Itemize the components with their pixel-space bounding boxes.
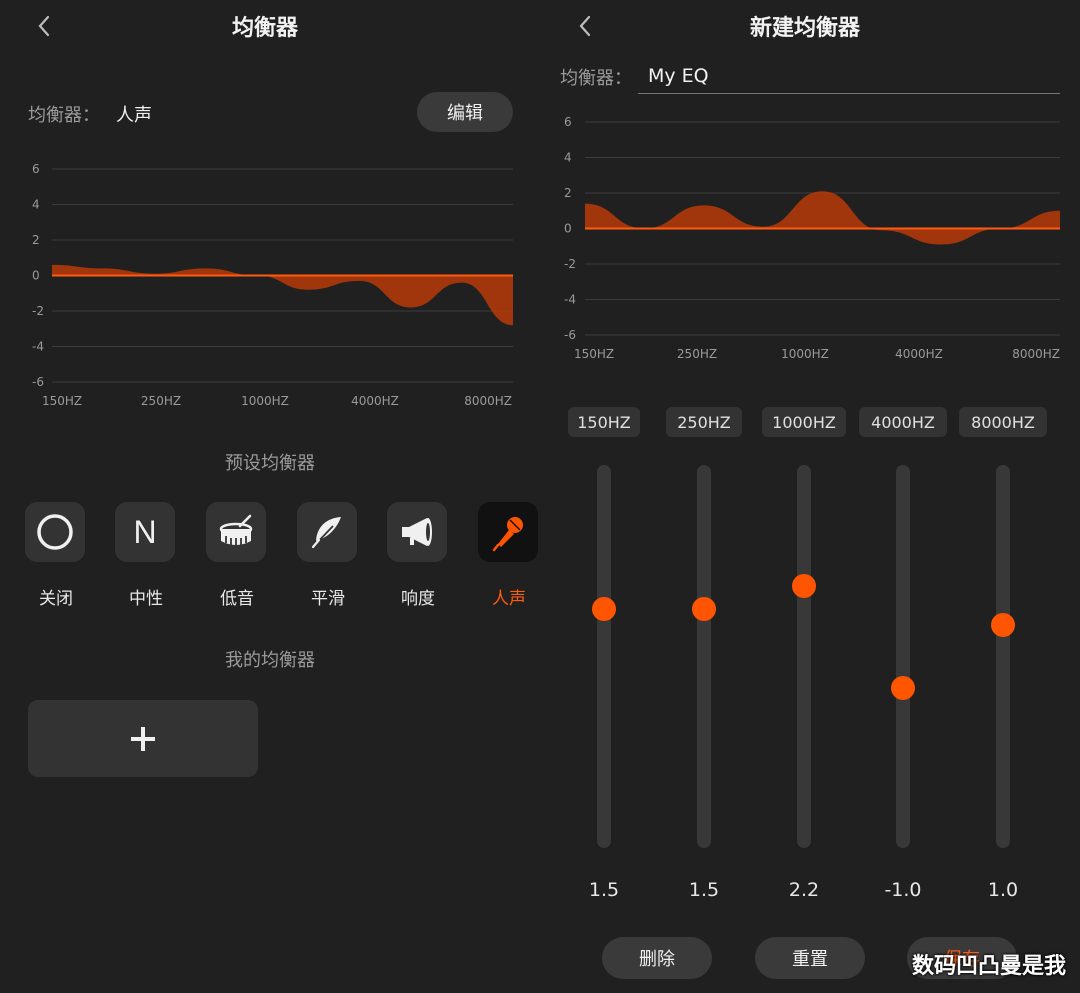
band-slider-track[interactable] <box>896 465 910 848</box>
equalizer-label: 均衡器： <box>28 105 100 126</box>
page-title: 新建均衡器 <box>749 16 860 41</box>
preset-vocal[interactable]: 人声 <box>478 502 540 609</box>
band-value: 1.0 <box>987 879 1019 901</box>
y-tick-label: 0 <box>32 269 40 283</box>
band-value: -1.0 <box>884 879 922 901</box>
band-slider-track[interactable] <box>697 465 711 848</box>
y-tick-label: 4 <box>32 198 40 212</box>
feather-icon <box>311 517 341 549</box>
band-value: 1.5 <box>588 879 620 901</box>
plus-icon <box>131 726 155 751</box>
preset-label: 人声 <box>492 589 526 609</box>
y-tick-label: 2 <box>564 186 572 200</box>
x-tick-label: 250HZ <box>677 347 717 358</box>
x-tick-label: 250HZ <box>141 394 181 405</box>
eq-curve-chart: 6 4 2 0 -2 -4 -6 150HZ 250HZ 1000HZ 4000HZ 8000HZ <box>32 162 513 405</box>
preset-label: 平滑 <box>311 589 345 609</box>
my-equalizer-section-title: 我的均衡器 <box>225 650 315 671</box>
letter-n-icon: N <box>133 513 157 550</box>
x-tick-label: 8000HZ <box>1012 347 1060 358</box>
equalizer-name-label: 均衡器： <box>560 68 632 89</box>
band-slider-track[interactable] <box>996 465 1010 848</box>
band-slider-knob[interactable] <box>692 596 716 621</box>
x-tick-label: 150HZ <box>42 394 82 405</box>
equalizer-name-input[interactable] <box>638 58 1060 94</box>
equalizer-screen: 均衡器 均衡器： 人声 编辑 6 4 2 0 -2 -4 -6 150HZ 250HZ 1000H… <box>0 0 540 993</box>
preset-neutral[interactable]: N 中性 <box>115 502 177 609</box>
y-tick-label: -2 <box>564 257 576 271</box>
delete-button[interactable]: 删除 <box>602 937 712 979</box>
x-tick-label: 8000HZ <box>464 394 512 405</box>
x-tick-label: 1000HZ <box>781 347 829 358</box>
preset-label: 低音 <box>220 589 254 609</box>
y-tick-label: -4 <box>32 340 44 354</box>
y-tick-label: -6 <box>32 375 44 389</box>
preset-bass[interactable]: 低音 <box>206 502 268 609</box>
preset-smooth[interactable]: 平滑 <box>297 502 359 609</box>
band-slider-knob[interactable] <box>792 574 816 599</box>
band-slider-knob[interactable] <box>891 676 915 701</box>
preset-label: 中性 <box>129 589 163 609</box>
eq-curve-chart: 6 4 2 0 -2 -4 -6 150HZ 250HZ 1000HZ 4000HZ 8000HZ <box>564 115 1060 358</box>
preset-off[interactable]: 关闭 <box>25 502 87 609</box>
band-label: 4000HZ <box>859 407 947 437</box>
new-equalizer-screen: 新建均衡器 均衡器： 6 4 2 0 -2 -4 -6 150HZ 250HZ 1000HZ 400… <box>540 0 1080 993</box>
equalizer-current-value: 人声 <box>116 105 152 126</box>
band-label: 250HZ <box>666 407 742 437</box>
y-tick-label: -6 <box>564 328 576 342</box>
eq-curve-area <box>585 191 1060 245</box>
band-slider-knob[interactable] <box>991 612 1015 637</box>
megaphone-icon <box>402 518 432 546</box>
band-slider-track[interactable] <box>597 465 611 848</box>
x-tick-label: 150HZ <box>574 347 614 358</box>
y-tick-label: 4 <box>564 151 572 165</box>
band-label: 150HZ <box>568 407 640 437</box>
y-tick-label: -2 <box>32 304 44 318</box>
reset-button[interactable]: 重置 <box>755 937 865 979</box>
y-tick-label: 6 <box>564 115 572 129</box>
x-tick-label: 4000HZ <box>351 394 399 405</box>
microphone-icon <box>492 517 523 552</box>
band-value: 1.5 <box>688 879 720 901</box>
preset-label: 响度 <box>401 589 435 609</box>
y-tick-label: -4 <box>564 293 576 307</box>
y-tick-label: 6 <box>32 162 40 176</box>
preset-section-title: 预设均衡器 <box>225 453 315 474</box>
y-tick-label: 0 <box>564 222 572 236</box>
preset-label: 关闭 <box>39 589 73 609</box>
circle-icon <box>37 514 73 550</box>
drum-icon <box>219 514 253 546</box>
band-label: 8000HZ <box>959 407 1047 437</box>
y-tick-label: 2 <box>32 233 40 247</box>
band-slider-track[interactable] <box>797 465 811 848</box>
x-tick-label: 4000HZ <box>895 347 943 358</box>
band-slider-knob[interactable] <box>592 596 616 621</box>
page-title: 均衡器 <box>231 16 298 41</box>
x-tick-label: 1000HZ <box>241 394 289 405</box>
eq-curve-area <box>52 264 513 326</box>
watermark-text: 数码凹凸曼是我 <box>911 954 1066 979</box>
preset-loudness[interactable]: 响度 <box>387 502 449 609</box>
add-equalizer-button[interactable] <box>28 700 258 777</box>
band-value: 2.2 <box>788 879 820 901</box>
band-label: 1000HZ <box>762 407 846 437</box>
edit-button[interactable]: 编辑 <box>417 92 513 132</box>
